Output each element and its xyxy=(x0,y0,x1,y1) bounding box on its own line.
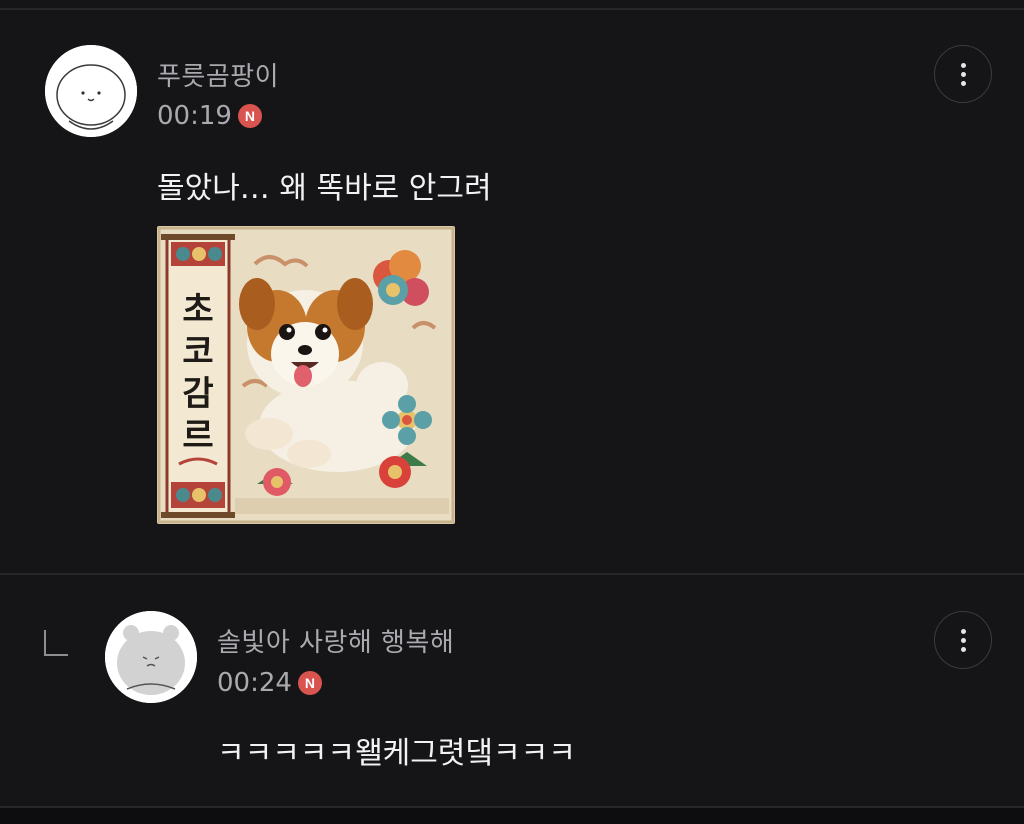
avatar[interactable] xyxy=(45,45,137,137)
comment-text: 돌았나… 왜 똑바로 안그려 xyxy=(157,171,492,206)
svg-text:코: 코 xyxy=(182,332,213,372)
avatar[interactable] xyxy=(105,611,197,703)
bottom-divider xyxy=(0,806,1024,824)
comment-author[interactable]: 푸릇곰팡이 xyxy=(157,56,279,93)
svg-text:초: 초 xyxy=(182,290,213,330)
comment-image[interactable]: 초 코 감 르 xyxy=(157,226,455,524)
comment-text: ㅋㅋㅋㅋㅋ왤케그렷댘ㅋㅋㅋ xyxy=(217,736,576,771)
comment-thread: 푸릇곰팡이 00:19 N 돌았나… 왜 똑바로 안그려 초 코 감 르 솔빛아… xyxy=(0,0,1024,824)
comment-time: 00:24 xyxy=(217,668,292,698)
comment-author[interactable]: 솔빛아 사랑해 행복해 xyxy=(217,622,454,659)
comment-divider xyxy=(0,573,1024,575)
more-vertical-icon xyxy=(960,62,966,68)
reply-arrow-icon xyxy=(44,630,68,656)
more-options-button[interactable] xyxy=(934,45,992,103)
comment-meta: 00:24 N xyxy=(217,668,322,698)
more-vertical-icon xyxy=(960,628,966,634)
comment-meta: 00:19 N xyxy=(157,101,262,131)
more-options-button[interactable] xyxy=(934,611,992,669)
top-divider xyxy=(0,8,1024,10)
new-badge: N xyxy=(297,671,322,695)
puppy-folk-painting-icon: 초 코 감 르 xyxy=(157,226,455,524)
svg-text:르: 르 xyxy=(182,416,213,456)
comment-time: 00:19 xyxy=(157,101,232,131)
new-badge: N xyxy=(237,104,262,128)
svg-text:감: 감 xyxy=(182,374,213,414)
